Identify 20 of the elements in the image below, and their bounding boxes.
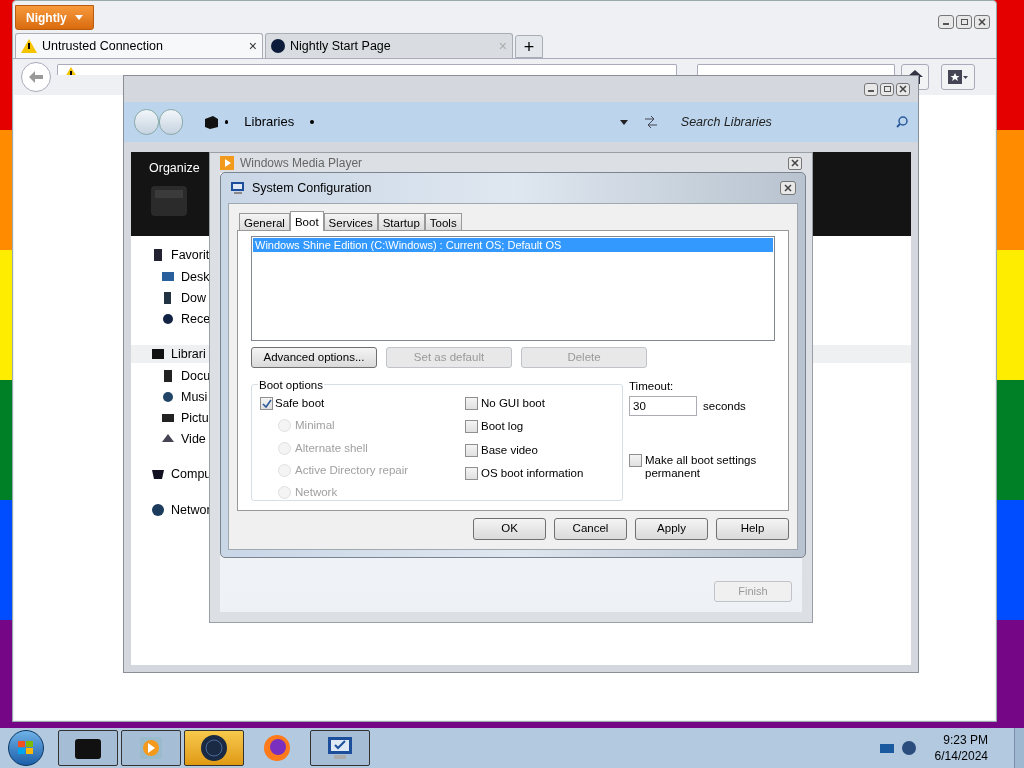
radio-label: Alternate shell xyxy=(295,440,368,456)
timeout-label: Timeout: xyxy=(629,379,675,394)
radio-label: Network xyxy=(295,485,338,500)
clock-time: 9:23 PM xyxy=(943,732,988,748)
checkbox-label: Safe boot xyxy=(275,396,325,411)
radio-label: Minimal xyxy=(295,418,335,434)
tab-title: Untrusted Connection xyxy=(42,37,164,55)
checkbox-label: OS boot information xyxy=(481,465,584,481)
location-text: Libraries xyxy=(244,113,295,132)
checkbox-label: No GUI boot xyxy=(481,396,545,411)
search-placeholder: Search Libraries xyxy=(680,113,772,131)
radio-label: Active Directory repair xyxy=(295,462,409,478)
checkbox-label: Base video xyxy=(481,442,538,458)
unit-label: seconds xyxy=(703,398,746,414)
tab-title: Nightly Start Page xyxy=(290,37,392,55)
checkbox-label: Boot log xyxy=(481,419,524,435)
clock-date: 6/14/2024 xyxy=(934,748,988,764)
checkbox-label: Make all boot settings permanent xyxy=(645,454,758,481)
window-title: System Configuration xyxy=(252,179,373,197)
window-title: Windows Media Player xyxy=(240,155,364,172)
